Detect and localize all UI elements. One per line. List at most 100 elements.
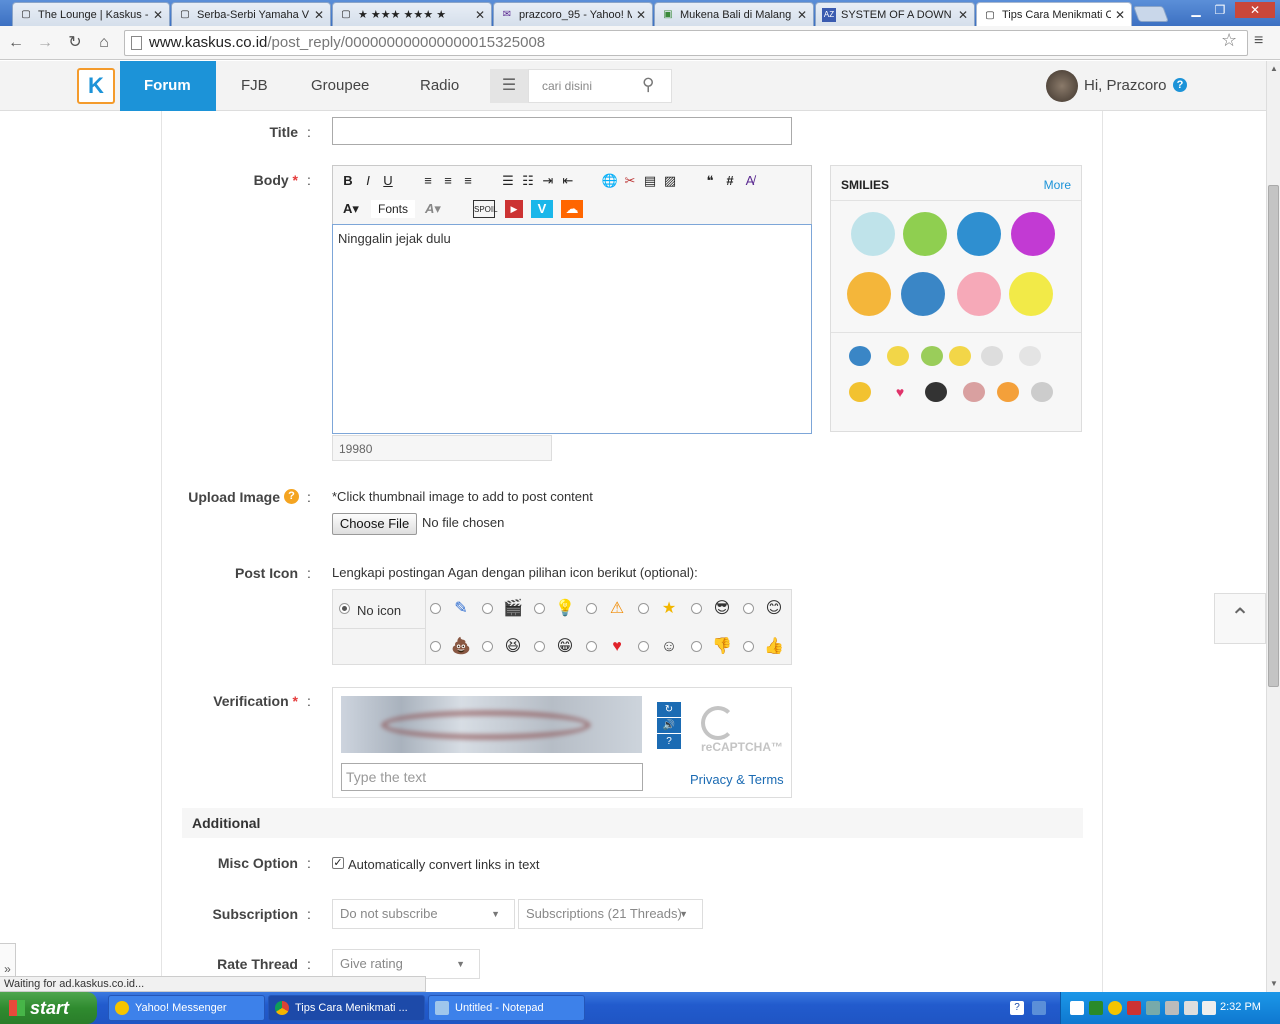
menu-icon[interactable]: ≡: [1254, 32, 1263, 50]
close-icon[interactable]: ✕: [1115, 8, 1125, 22]
subscription-folder-select[interactable]: Subscriptions (21 Threads) ▼: [518, 899, 703, 929]
vertical-scrollbar[interactable]: ▲ ▼: [1266, 61, 1280, 992]
scroll-down-icon[interactable]: ▼: [1270, 979, 1278, 988]
close-icon[interactable]: ✕: [958, 8, 968, 22]
browser-tab-yahoo-mail[interactable]: ✉ prazcoro_95 - Yahoo! M ✕: [493, 2, 653, 26]
unlink-icon[interactable]: ✂: [621, 172, 639, 190]
smiley-icon[interactable]: [957, 272, 1001, 316]
italic-icon[interactable]: I: [359, 172, 377, 190]
post-icon-radio[interactable]: [534, 641, 545, 652]
refresh-icon[interactable]: ↻: [657, 702, 681, 717]
post-icon-radio[interactable]: [743, 641, 754, 652]
small-smiley-icon[interactable]: [887, 346, 909, 366]
network-icon[interactable]: [1032, 1001, 1046, 1015]
align-right-icon[interactable]: ≡: [459, 172, 477, 190]
remove-format-icon[interactable]: A̸: [741, 172, 759, 190]
taskbar-notepad[interactable]: Untitled - Notepad: [428, 995, 585, 1021]
small-smiley-icon[interactable]: [849, 382, 871, 402]
nav-groupee[interactable]: Groupee: [287, 61, 393, 111]
font-size-icon[interactable]: A▾: [421, 200, 445, 218]
post-icon-radio[interactable]: [482, 641, 493, 652]
close-icon[interactable]: ✕: [314, 8, 324, 22]
smiley-icon[interactable]: [901, 272, 945, 316]
browser-tab-tips-active[interactable]: ▢ Tips Cara Menikmati O ✕: [976, 2, 1132, 27]
scroll-to-top-button[interactable]: ⌃: [1214, 593, 1266, 644]
browser-tab-the-lounge[interactable]: ▢ The Lounge | Kaskus - ✕: [12, 2, 170, 26]
tray-app-icon[interactable]: [1127, 1001, 1141, 1015]
post-icon-radio[interactable]: [691, 603, 702, 614]
numbered-list-icon[interactable]: ☷: [519, 172, 537, 190]
indent-icon[interactable]: ⇥: [539, 172, 557, 190]
minimize-icon[interactable]: ▁: [1185, 2, 1207, 18]
subscription-select[interactable]: Do not subscribe ▼: [332, 899, 515, 929]
scrollbar-thumb[interactable]: [1268, 185, 1279, 687]
browser-tab-stars[interactable]: ▢ ★ ★★★ ★★★ ★ ✕: [332, 2, 492, 26]
home-icon[interactable]: ⌂: [92, 32, 116, 54]
youtube-icon[interactable]: ▶: [505, 200, 523, 218]
captcha-input[interactable]: Type the text: [341, 763, 643, 791]
spoiler-icon[interactable]: SPOIL: [473, 200, 498, 218]
small-smiley-icon[interactable]: [1031, 382, 1053, 402]
restore-icon[interactable]: ❐: [1209, 2, 1231, 18]
post-icon-radio-none[interactable]: [339, 603, 350, 614]
taskbar-chrome[interactable]: Tips Cara Menikmati ...: [268, 995, 425, 1021]
small-smiley-icon[interactable]: [849, 346, 871, 366]
underline-icon[interactable]: U: [379, 172, 397, 190]
address-bar[interactable]: www.kaskus.co.id/post_reply/000000000000…: [124, 30, 1248, 56]
post-icon-radio[interactable]: [586, 641, 597, 652]
title-input[interactable]: [332, 117, 792, 145]
side-toggle-icon[interactable]: »: [0, 943, 16, 977]
small-smiley-icon[interactable]: [921, 346, 943, 366]
avatar[interactable]: [1046, 70, 1078, 102]
post-icon-radio[interactable]: [691, 641, 702, 652]
privacy-terms-link[interactable]: Privacy & Terms: [690, 772, 784, 787]
outdent-icon[interactable]: ⇤: [559, 172, 577, 190]
insert-image-icon[interactable]: ▨: [661, 172, 679, 190]
insert-file-icon[interactable]: ▤: [641, 172, 659, 190]
smiley-icon[interactable]: [851, 212, 895, 256]
browser-tab-mukena[interactable]: ▣ Mukena Bali di Malang ✕: [654, 2, 814, 26]
post-icon-radio[interactable]: [638, 641, 649, 652]
rate-thread-select[interactable]: Give rating ▼: [332, 949, 480, 979]
post-icon-radio[interactable]: [482, 603, 493, 614]
forward-icon[interactable]: →: [33, 32, 57, 54]
window-close-icon[interactable]: ✕: [1235, 2, 1275, 18]
small-smiley-icon[interactable]: [997, 382, 1019, 402]
font-color-icon[interactable]: A▾: [339, 200, 363, 218]
browser-tab-soad[interactable]: AZ SYSTEM OF A DOWN L ✕: [815, 2, 975, 26]
quote-icon[interactable]: ❝: [701, 172, 719, 190]
help-icon[interactable]: ?: [657, 734, 681, 749]
fonts-dropdown[interactable]: Fonts: [371, 200, 415, 218]
small-smiley-icon[interactable]: [1019, 346, 1041, 366]
post-icon-radio[interactable]: [430, 641, 441, 652]
nav-forum[interactable]: Forum: [120, 61, 216, 111]
bookmark-star-icon[interactable]: ☆: [1221, 30, 1237, 51]
nav-radio[interactable]: Radio: [396, 61, 483, 111]
hash-icon[interactable]: #: [721, 172, 739, 190]
small-smiley-icon[interactable]: [949, 346, 971, 366]
bullet-list-icon[interactable]: ☰: [499, 172, 517, 190]
link-icon[interactable]: 🌐: [601, 172, 619, 190]
messenger-icon[interactable]: [1108, 1001, 1122, 1015]
taskbar-yahoo-messenger[interactable]: Yahoo! Messenger: [108, 995, 265, 1021]
new-tab-button[interactable]: [1133, 6, 1169, 22]
tray-app-icon[interactable]: [1089, 1001, 1103, 1015]
body-textarea[interactable]: Ninggalin jejak dulu: [332, 224, 812, 434]
small-smiley-icon[interactable]: [963, 382, 985, 402]
vimeo-icon[interactable]: V: [531, 200, 553, 218]
post-icon-radio[interactable]: [586, 603, 597, 614]
bold-icon[interactable]: B: [339, 172, 357, 190]
help-icon[interactable]: ?: [1010, 1001, 1024, 1015]
smiley-icon[interactable]: [957, 212, 1001, 256]
audio-icon[interactable]: 🔊: [657, 718, 681, 733]
post-icon-radio[interactable]: [534, 603, 545, 614]
post-icon-radio[interactable]: [743, 603, 754, 614]
scroll-up-icon[interactable]: ▲: [1270, 64, 1278, 73]
small-smiley-icon[interactable]: [925, 382, 947, 402]
tray-app-icon[interactable]: [1165, 1001, 1179, 1015]
tray-app-icon[interactable]: [1184, 1001, 1198, 1015]
list-icon[interactable]: ☰: [490, 69, 528, 103]
search-icon[interactable]: ⚲: [642, 75, 654, 95]
convert-links-label[interactable]: Automatically convert links in text: [348, 857, 539, 872]
smiley-icon[interactable]: [847, 272, 891, 316]
